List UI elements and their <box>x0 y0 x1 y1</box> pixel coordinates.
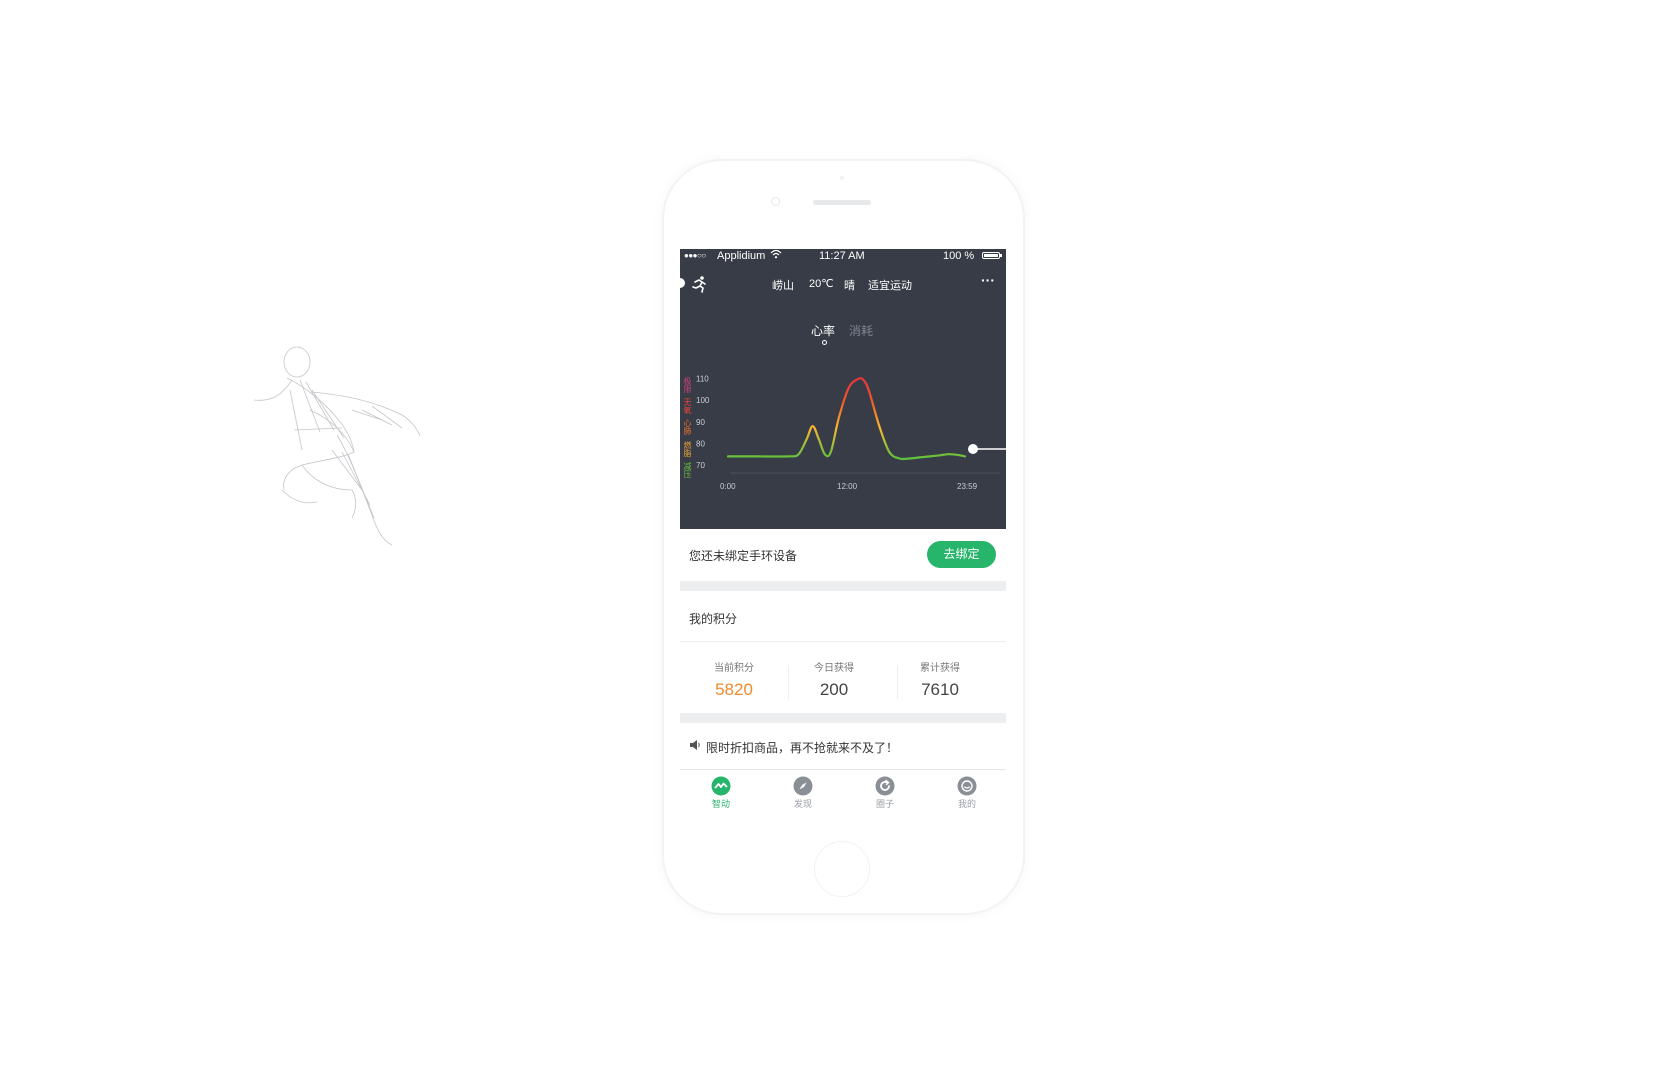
tab-label: 我的 <box>957 799 976 809</box>
heart-rate-panel: ●●●○○ Applidium 11:27 AM 100 % 崂山 20℃ 晴 … <box>680 249 1006 529</box>
x-tick-label: 23:59 <box>957 482 978 491</box>
bottom-tab-bar: 智动 发现 圈子 我的 <box>680 769 1006 830</box>
tab-label: 圈子 <box>875 799 894 809</box>
compass-icon <box>793 776 813 796</box>
stat-label: 当前积分 <box>714 663 754 674</box>
smile-icon <box>957 776 977 796</box>
y-tick-label: 90 <box>696 418 705 427</box>
drawer-handle[interactable] <box>680 278 685 288</box>
sensor-dot <box>840 176 844 180</box>
promo-text: 限时折扣商品，再不抢就来不及了！ <box>706 741 899 755</box>
front-camera <box>771 197 780 206</box>
tab-mine[interactable]: 我的 <box>937 776 997 810</box>
carrier-name: Applidium <box>717 250 766 262</box>
stat-label: 今日获得 <box>814 663 854 674</box>
tab-label: 发现 <box>793 799 812 809</box>
stat-value: 7610 <box>921 680 959 699</box>
location-label: 崂山 <box>772 280 794 292</box>
tab-label: 智动 <box>711 799 730 809</box>
signal-icon: ●●●○○ <box>684 251 706 260</box>
heart-rate-chart: 120110100908070 0:0012:0023:59 <box>696 375 1006 491</box>
tab-consumption[interactable]: 消耗 <box>849 322 873 339</box>
stat-label: 累计获得 <box>920 663 960 674</box>
y-tick-label: 110 <box>696 375 709 384</box>
stat-total-points: 累计获得 7610 <box>886 659 994 700</box>
chart-tabs: 心率 消耗 <box>680 322 1006 352</box>
more-icon[interactable]: ··· <box>981 272 995 288</box>
home-button[interactable] <box>814 841 870 897</box>
y-tick-label: 100 <box>696 396 710 405</box>
activity-icon <box>711 776 731 796</box>
stat-value: 5820 <box>715 680 753 699</box>
stat-current-points: 当前积分 5820 <box>680 659 788 700</box>
status-bar: ●●●○○ Applidium 11:27 AM 100 % <box>680 249 1006 263</box>
x-tick-label: 0:00 <box>720 482 736 491</box>
top-nav: 崂山 20℃ 晴 适宜运动 ··· <box>680 272 1006 296</box>
tab-circle[interactable]: 圈子 <box>855 776 915 810</box>
points-divider <box>680 641 1006 642</box>
tab-activity[interactable]: 智动 <box>691 776 751 810</box>
x-tick-label: 12:00 <box>837 482 858 491</box>
exercise-advice-label: 适宜运动 <box>868 280 912 292</box>
promo-banner[interactable]: 限时折扣商品，再不抢就来不及了！ <box>680 723 1006 769</box>
wireframe-runner-illustration <box>253 346 421 546</box>
battery-icon <box>982 252 1000 259</box>
status-time: 11:27 AM <box>819 250 865 262</box>
weather-label: 晴 <box>844 280 855 292</box>
y-tick-label: 80 <box>696 439 705 448</box>
tab-discover[interactable]: 发现 <box>773 776 833 810</box>
heart-rate-curve <box>726 377 967 461</box>
y-tick-label: 70 <box>696 461 705 470</box>
tab-heart-rate[interactable]: 心率 <box>811 322 835 339</box>
stat-value: 200 <box>819 680 849 699</box>
bind-device-row: 您还未绑定手环设备 去绑定 <box>680 529 1006 581</box>
app-screen: ●●●○○ Applidium 11:27 AM 100 % 崂山 20℃ 晴 … <box>680 249 1006 830</box>
points-title: 我的积分 <box>689 612 738 626</box>
running-icon[interactable] <box>690 275 708 293</box>
bind-device-button[interactable]: 去绑定 <box>927 541 996 568</box>
tab-indicator <box>822 340 827 345</box>
wifi-icon <box>770 249 782 262</box>
temperature-label: 20℃ <box>809 278 834 290</box>
battery-percent: 100 % <box>943 250 975 262</box>
stat-today-points: 今日获得 200 <box>780 659 888 700</box>
section-divider <box>680 713 1006 723</box>
battery-tip <box>1000 254 1002 257</box>
bind-device-text: 您还未绑定手环设备 <box>689 549 798 563</box>
section-divider <box>680 581 1006 591</box>
refresh-circle-icon <box>875 776 895 796</box>
earpiece-speaker <box>813 200 871 205</box>
speaker-icon <box>690 740 700 750</box>
